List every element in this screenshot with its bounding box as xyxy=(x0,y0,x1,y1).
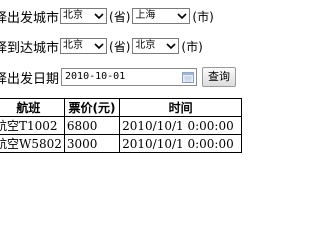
arrival-city-value: 北京 xyxy=(135,40,156,51)
query-button[interactable]: 查询 xyxy=(202,67,237,87)
arrival-city-select[interactable]: 北京 xyxy=(132,38,180,54)
calendar-icon[interactable] xyxy=(182,71,195,83)
departure-row: 择出发城市 北京 (省) 上海 (市) xyxy=(0,6,215,26)
departure-province-select[interactable]: 北京 xyxy=(60,8,108,24)
column-header-flight: 航班 xyxy=(0,98,65,117)
price-cell: 6800 xyxy=(63,116,121,135)
chevron-down-icon xyxy=(94,13,104,20)
date-row: 择出发日期 2010-10-01 查询 xyxy=(0,67,237,87)
chevron-down-icon xyxy=(166,43,176,50)
departure-province-value: 北京 xyxy=(63,10,84,21)
column-header-time: 时间 xyxy=(119,98,242,117)
price-cell: 3000 xyxy=(63,134,121,153)
departure-date-input[interactable]: 2010-10-01 xyxy=(61,68,198,86)
chevron-down-icon xyxy=(177,13,187,20)
departure-province-suffix: (省) xyxy=(109,9,131,24)
arrival-province-select[interactable]: 北京 xyxy=(60,38,108,54)
flight-cell: 航空T1002 xyxy=(0,116,65,135)
flight-cell: 航空W5802 xyxy=(0,134,65,153)
date-label: 择出发日期 xyxy=(0,71,60,87)
departure-label: 择出发城市 xyxy=(0,10,60,26)
departure-city-suffix: (市) xyxy=(192,9,214,24)
departure-city-value: 上海 xyxy=(135,10,156,21)
arrival-province-value: 北京 xyxy=(63,40,84,51)
table-row: 航空W5802 3000 2010/10/1 0:00:00 xyxy=(0,134,242,153)
time-cell: 2010/10/1 0:00:00 xyxy=(119,116,242,135)
departure-date-value: 2010-10-01 xyxy=(65,71,126,82)
arrival-label: 择到达城市 xyxy=(0,40,60,56)
arrival-city-suffix: (市) xyxy=(181,39,203,54)
arrival-row: 择到达城市 北京 (省) 北京 (市) xyxy=(0,36,204,56)
arrival-province-suffix: (省) xyxy=(109,39,131,54)
chevron-down-icon xyxy=(94,43,104,50)
flight-results-table: 航班 票价(元) 时间 航空T1002 6800 2010/10/1 0:00:… xyxy=(0,98,242,153)
column-header-price: 票价(元) xyxy=(63,98,121,117)
table-header-row: 航班 票价(元) 时间 xyxy=(0,98,242,117)
table-row: 航空T1002 6800 2010/10/1 0:00:00 xyxy=(0,116,242,135)
departure-city-select[interactable]: 上海 xyxy=(132,8,191,24)
time-cell: 2010/10/1 0:00:00 xyxy=(119,134,242,153)
